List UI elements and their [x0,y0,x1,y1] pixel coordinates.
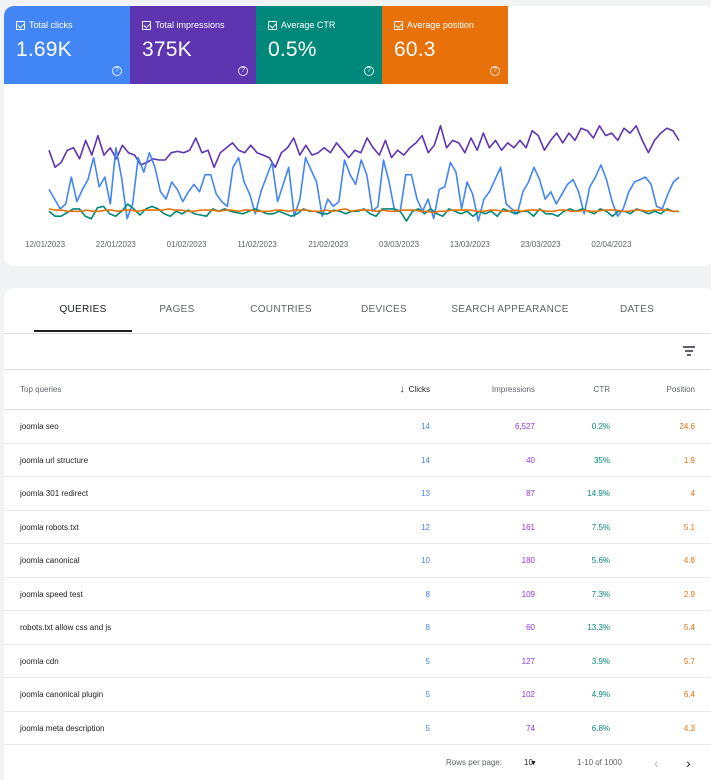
position-cell: 1.9 [683,455,695,465]
clicks-cell: 12 [421,522,430,532]
x-tick-label: 13/03/2023 [450,240,491,249]
ctr-cell: 13.3% [587,623,610,632]
table-row[interactable]: joomla canonical 10 180 5.6% 4.8 [4,544,711,578]
query-cell: joomla cdn [20,656,59,666]
clicks-cell: 8 [425,623,430,632]
impressions-cell: 102 [521,690,535,699]
query-cell: joomla robots.txt [20,522,79,532]
impressions-cell: 40 [526,455,535,465]
ctr-cell: 7.3% [591,589,610,599]
tab-pages[interactable]: PAGES [142,288,212,334]
position-cell: 5.4 [683,623,695,632]
ctr-cell: 7.5% [591,522,610,532]
clicks-cell: 5 [425,723,430,733]
column-header-clicks[interactable]: ↓ Clicks [400,370,430,410]
performance-line-chart[interactable]: 12/01/2023 22/01/2023 01/02/2023 11/02/2023… [4,6,711,266]
position-cell: 4 [690,489,695,498]
impressions-cell: 60 [526,623,535,632]
tab-countries[interactable]: COUNTRIES [236,288,326,334]
tab-queries[interactable]: QUERIES [34,288,132,334]
x-tick-label: 02/04/2023 [591,240,632,249]
query-cell: joomla canonical [20,556,80,565]
impressions-cell: 127 [521,656,535,666]
impressions-cell: 87 [526,489,535,498]
table-row[interactable]: joomla speed test 8 109 7.3% 2.9 [4,578,711,611]
clicks-cell: 10 [421,556,430,565]
report-table-card: QUERIES PAGES COUNTRIES DEVICES SEARCH A… [4,288,711,780]
arrow-down-icon: ↓ [399,384,405,395]
ctr-cell: 5.6% [591,556,610,565]
x-tick-label: 01/02/2023 [167,240,208,249]
position-cell: 5.1 [683,522,695,532]
table-row[interactable]: joomla 301 redirect 13 87 14.9% 4 [4,477,711,511]
clicks-cell: 14 [421,422,430,431]
x-tick-label: 03/03/2023 [379,240,420,249]
column-header-position[interactable]: Position [667,370,695,410]
position-cell: 5.7 [683,656,695,666]
table-row[interactable]: joomla meta description 5 74 6.8% 4.3 [4,712,711,745]
table-row[interactable]: joomla seo 14 6,527 0.2% 24.6 [4,410,711,444]
pagination: Rows per page: 10 ▼ 1-10 of 1000 ‹ › [4,746,711,780]
table-toolbar [4,334,711,370]
position-cell: 6.4 [683,690,695,699]
ctr-cell: 0.2% [591,422,610,431]
next-page-button[interactable]: › [686,746,691,780]
page-range: 1-10 of 1000 [577,758,622,767]
table-row[interactable]: joomla cdn 5 127 3.9% 5.7 [4,645,711,678]
position-cell: 4.8 [683,556,695,565]
impressions-cell: 74 [526,723,535,733]
ctr-cell: 14.9% [587,489,610,498]
query-cell: joomla speed test [20,589,83,599]
clicks-cell: 8 [425,589,430,599]
tab-devices[interactable]: DEVICES [344,288,424,334]
ctr-cell: 4.9% [591,690,610,699]
performance-chart-card: Total clicks 1.69K ? Total impressions 3… [4,6,711,266]
query-cell: robots.txt allow css and js [20,623,112,632]
x-tick-label: 11/02/2023 [237,240,277,249]
rows-per-page-select[interactable]: 10 ▼ [524,746,537,780]
ctr-cell: 6.8% [591,723,610,733]
dimension-tabs: QUERIES PAGES COUNTRIES DEVICES SEARCH A… [4,288,711,334]
x-tick-label: 12/01/2023 [25,240,66,249]
filter-icon[interactable] [683,346,695,356]
query-cell: joomla url structure [20,455,89,465]
clicks-cell: 14 [421,455,430,465]
query-cell: joomla meta description [20,723,105,733]
table-header: Top queries ↓ Clicks Impressions CTR Posi… [4,370,711,410]
column-header-ctr[interactable]: CTR [594,370,610,410]
previous-page-button[interactable]: ‹ [654,746,659,780]
position-cell: 2.9 [683,589,695,599]
query-cell: joomla seo [20,422,59,431]
clicks-cell: 13 [421,489,430,498]
tab-dates[interactable]: DATES [604,288,670,334]
ctr-cell: 35% [593,455,610,465]
rows-per-page-value: 10 [524,758,533,767]
clicks-cell: 5 [425,690,430,699]
column-header-query[interactable]: Top queries [20,370,61,410]
query-cell: joomla 301 redirect [20,489,89,498]
x-tick-label: 22/01/2023 [96,240,137,249]
position-cell: 24.6 [679,422,695,431]
impressions-cell: 161 [521,522,535,532]
table-row[interactable]: joomla url structure 14 40 35% 1.9 [4,444,711,477]
ctr-cell: 3.9% [591,656,610,666]
x-tick-label: 23/03/2023 [521,240,562,249]
position-cell: 4.3 [683,723,695,733]
impressions-cell: 109 [521,589,535,599]
table-row[interactable]: joomla robots.txt 12 161 7.5% 5.1 [4,511,711,544]
impressions-cell: 6,527 [514,422,535,431]
column-header-impressions[interactable]: Impressions [492,370,535,410]
tab-search-appearance[interactable]: SEARCH APPEARANCE [450,288,570,334]
rows-per-page-label: Rows per page: [446,758,503,767]
table-row[interactable]: joomla canonical plugin 5 102 4.9% 6.4 [4,678,711,712]
column-header-clicks-label: Clicks [408,385,430,394]
x-tick-label: 21/02/2023 [308,240,349,249]
table-row[interactable]: robots.txt allow css and js 8 60 13.3% 5.4 [4,611,711,645]
query-cell: joomla canonical plugin [20,690,104,699]
clicks-cell: 5 [425,656,430,666]
impressions-cell: 180 [521,556,535,565]
series-line [48,125,680,169]
